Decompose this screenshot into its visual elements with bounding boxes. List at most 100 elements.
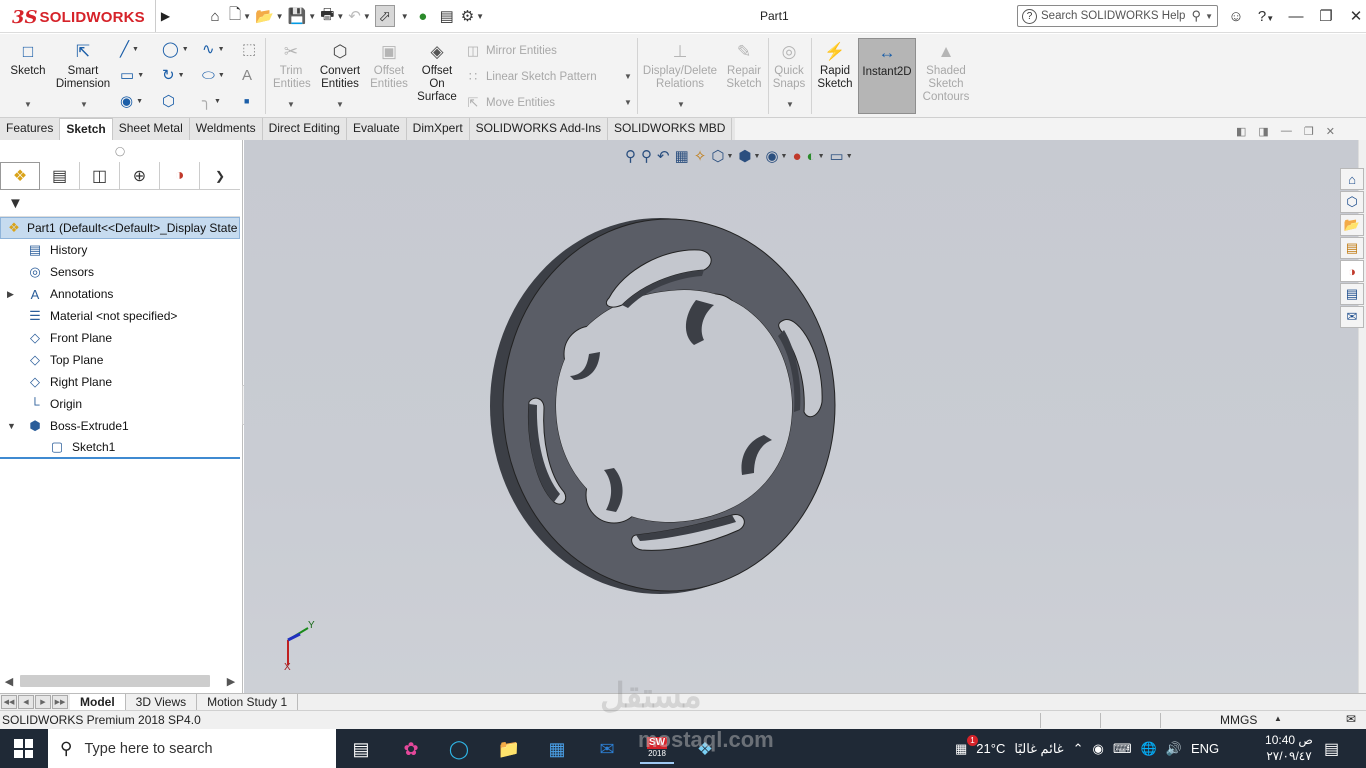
save-icon[interactable]: 💾 ▼ — [288, 5, 317, 27]
panel-drag-handle[interactable]: ◯ — [0, 140, 240, 162]
bottom-tab-motion-study-1[interactable]: Motion Study 1 — [197, 693, 299, 711]
view-palette-icon[interactable]: ▤ — [1340, 237, 1364, 259]
prev-tab-icon[interactable]: ◀ — [18, 695, 34, 709]
tile-right-icon[interactable]: ◨ — [1258, 125, 1268, 138]
configuration-manager-tab-icon[interactable]: ◫ — [80, 162, 120, 190]
tab-direct-editing[interactable]: Direct Editing — [263, 118, 347, 140]
move-dropdown-icon[interactable]: ▼ — [624, 98, 632, 107]
line-tool-icon[interactable]: ╱ ▼ — [120, 39, 154, 59]
display-delete-relations-button[interactable]: ⊥ Display/Delete Relations — [640, 40, 720, 91]
repair-sketch-button[interactable]: ✎ Repair Sketch — [724, 40, 764, 91]
tab-sheet-metal[interactable]: Sheet Metal — [113, 118, 190, 140]
camera-icon[interactable]: ◉ — [1093, 741, 1104, 757]
tab-solidworks-add-ins[interactable]: SOLIDWORKS Add-Ins — [470, 118, 609, 140]
fillet-tool-icon[interactable]: ╮ ▼ — [202, 91, 236, 111]
solidworks-logo[interactable]: 3S SOLIDWORKS — [12, 5, 145, 29]
quick-snaps-dropdown-icon[interactable]: ▼ — [786, 100, 794, 109]
tree-item-right-plane[interactable]: ◇ Right Plane — [0, 371, 240, 393]
file-properties-icon[interactable]: ▤ — [437, 5, 457, 27]
last-tab-icon[interactable]: ▶▶ — [52, 695, 68, 709]
design-library-icon[interactable]: ⬡ — [1340, 191, 1364, 213]
view-orientation-icon[interactable]: ⬡ — [711, 147, 724, 165]
sketch-button[interactable]: □ Sketch — [8, 40, 48, 78]
next-tab-icon[interactable]: ▶ — [35, 695, 51, 709]
select-caret-icon[interactable]: ▼ — [399, 5, 409, 27]
sketch-dropdown-icon[interactable]: ▼ — [24, 100, 32, 109]
notification-center-icon[interactable]: ▤ — [1324, 739, 1339, 759]
property-manager-tab-icon[interactable]: ▤ — [40, 162, 80, 190]
spline-tool-icon[interactable]: ∿ ▼ — [202, 39, 236, 59]
shaded-sketch-contours-button[interactable]: ▲ Shaded Sketch Contours — [920, 40, 972, 104]
tile-left-icon[interactable]: ◧ — [1236, 125, 1246, 138]
undo-icon[interactable]: ↶ ▼ — [348, 5, 371, 27]
custom-properties-icon[interactable]: ▤ — [1340, 283, 1364, 305]
minimize-icon[interactable]: — — [1285, 8, 1307, 25]
search-dropdown-icon[interactable]: ▼ — [1205, 12, 1213, 21]
copilot-icon[interactable]: ✿ — [396, 734, 426, 764]
feature-manager-tab-icon[interactable]: ❖ — [0, 162, 40, 190]
tree-horizontal-scrollbar[interactable]: ◀ ▶ — [0, 672, 240, 690]
tree-item-origin[interactable]: └ Origin — [0, 393, 240, 415]
new-document-icon[interactable]: 🗋 ▼ — [229, 5, 251, 27]
tab-sketch[interactable]: Sketch — [60, 118, 113, 140]
trim-dropdown-icon[interactable]: ▼ — [287, 100, 295, 109]
rectangle-tool-icon[interactable]: ▭ ▼ — [120, 65, 154, 85]
help-menu-icon[interactable]: ?▼ — [1255, 8, 1277, 25]
instant2d-button[interactable]: ↔ Instant2D — [858, 38, 916, 114]
paint-app-icon[interactable]: ❖ — [690, 734, 720, 764]
mirror-entities-button[interactable]: ◫ Mirror Entities — [464, 43, 557, 59]
zoom-to-area-icon[interactable]: ⚲ — [641, 147, 652, 165]
collapse-icon[interactable]: ▼ — [7, 421, 16, 431]
previous-view-icon[interactable]: ↶ — [657, 147, 670, 165]
first-tab-icon[interactable]: ◀◀ — [1, 695, 17, 709]
point-tool-icon[interactable]: ■ — [244, 91, 278, 111]
options-gear-icon[interactable]: ⚙ ▼ — [461, 5, 484, 27]
tree-item-front-plane[interactable]: ◇ Front Plane — [0, 327, 240, 349]
edge-browser-icon[interactable]: ◯ — [444, 734, 474, 764]
bottom-tab-model[interactable]: Model — [70, 693, 126, 711]
hide-show-items-icon[interactable]: ◉ — [765, 147, 778, 165]
pattern-dropdown-icon[interactable]: ▼ — [624, 72, 632, 81]
convert-entities-button[interactable]: ⬡ Convert Entities — [316, 40, 364, 91]
relations-dropdown-icon[interactable]: ▼ — [677, 100, 685, 109]
view-settings-icon[interactable]: ▭ — [830, 147, 844, 165]
solidworks-taskbar-icon[interactable]: SW 2018 — [640, 734, 674, 764]
tab-weldments[interactable]: Weldments — [190, 118, 263, 140]
status-bar-options-icon[interactable]: ✉ — [1346, 712, 1356, 726]
bottom-tab-3d-views[interactable]: 3D Views — [126, 693, 198, 711]
tree-filter-icon[interactable]: ▼ — [0, 191, 240, 217]
move-entities-button[interactable]: ⇱ Move Entities — [464, 95, 555, 111]
help-search-input[interactable]: Search SOLIDWORKS Help — [1041, 10, 1185, 22]
restore-icon[interactable]: ❐ — [1315, 7, 1337, 25]
tree-item-sketch1[interactable]: ▢ Sketch1 — [0, 437, 240, 459]
solidworks-resources-icon[interactable]: ⌂ — [1340, 168, 1364, 190]
tree-item-material-not-specified[interactable]: ☰ Material <not specified> — [0, 305, 240, 327]
file-explorer-taskbar-icon[interactable]: 📁 — [494, 734, 524, 764]
doc-restore-icon[interactable]: ❐ — [1304, 125, 1314, 138]
user-account-icon[interactable]: ☺ — [1225, 8, 1247, 25]
input-language[interactable]: ENG — [1191, 741, 1219, 756]
trim-entities-button[interactable]: ✂ Trim Entities — [270, 40, 312, 91]
circle-tool-icon[interactable]: ◯ ▼ — [162, 39, 196, 59]
linear-sketch-pattern-button[interactable]: ∷ Linear Sketch Pattern — [464, 69, 597, 85]
more-tabs-chevron-icon[interactable]: ❯ — [200, 162, 240, 190]
unit-system-caret-icon[interactable]: ▲ — [1274, 714, 1282, 723]
appearances-scenes-icon[interactable]: ◑ — [1340, 260, 1364, 282]
file-explorer-icon[interactable]: 📂 — [1340, 214, 1364, 236]
tab-dimxpert[interactable]: DimXpert — [407, 118, 470, 140]
doc-close-icon[interactable]: ✕ — [1326, 125, 1335, 138]
network-globe-icon[interactable]: 🌐 — [1141, 741, 1157, 757]
zoom-to-fit-icon[interactable]: ⚲ — [625, 147, 636, 165]
tree-item-history[interactable]: ▤ History — [0, 239, 240, 261]
select-pointer-icon[interactable]: ⬀ — [374, 5, 395, 27]
windows-start-icon[interactable] — [14, 739, 33, 758]
tree-item-boss-extrude1[interactable]: ▼ ⬢ Boss-Extrude1 — [0, 415, 240, 437]
polygon-tool-icon[interactable]: ⬡ — [162, 91, 196, 111]
scroll-left-icon[interactable]: ◀ — [0, 675, 18, 688]
smart-dimension-dropdown-icon[interactable]: ▼ — [80, 100, 88, 109]
doc-minimize-icon[interactable]: — — [1281, 125, 1292, 138]
smart-dimension-button[interactable]: ⇱ Smart Dimension — [54, 40, 112, 91]
outlook-icon[interactable]: ✉ — [592, 734, 622, 764]
slot-tool-icon[interactable]: ◉ ▼ — [120, 91, 154, 111]
tree-item-sensors[interactable]: ◎ Sensors — [0, 261, 240, 283]
